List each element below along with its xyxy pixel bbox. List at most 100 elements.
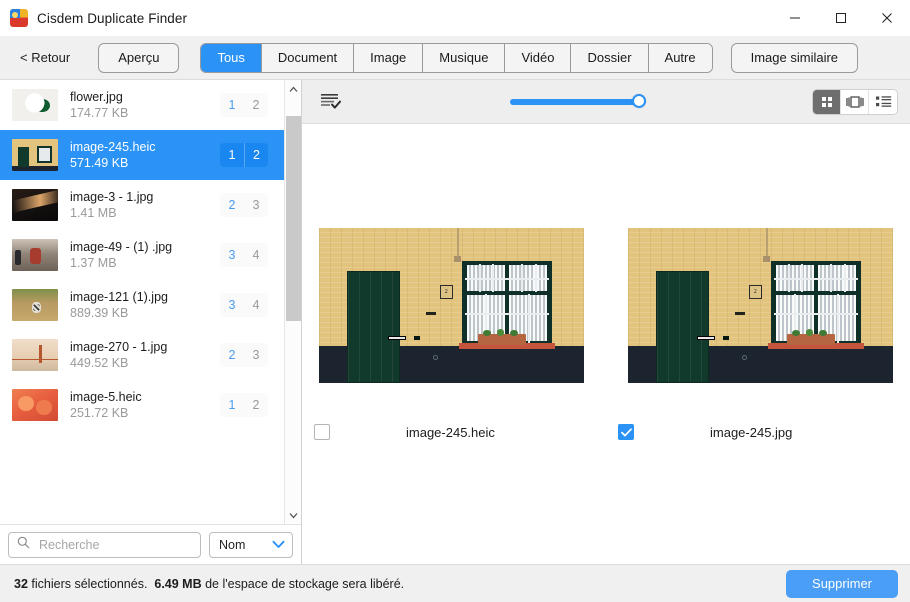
- file-size: 449.52 KB: [70, 355, 129, 370]
- duplicate-count-badge: 1 2: [220, 393, 268, 417]
- file-list: flower.jpg 174.77 KB 1 2 image-245.heic …: [0, 80, 284, 524]
- list-item[interactable]: flower.jpg 174.77 KB 1 2: [0, 80, 284, 130]
- similar-image-button[interactable]: Image similaire: [730, 42, 859, 73]
- grid-view-icon[interactable]: [813, 89, 841, 114]
- filter-tabs: Tous Document Image Musique Vidéo Dossie…: [200, 42, 713, 73]
- file-name: flower.jpg: [70, 89, 123, 104]
- count-selected: 2: [220, 343, 244, 367]
- duplicate-count-badge: 3 4: [220, 243, 268, 267]
- back-button[interactable]: < Retour: [20, 46, 80, 69]
- filter-tab-musique[interactable]: Musique: [423, 43, 506, 72]
- delete-button[interactable]: Supprimer: [786, 569, 898, 598]
- duplicate-filename-a: image-245.heic: [406, 424, 495, 440]
- chevron-down-icon[interactable]: [285, 506, 302, 524]
- file-meta: image-3 - 1.jpg 1.41 MB: [70, 190, 220, 221]
- count-total: 4: [244, 293, 268, 317]
- preview-image-b[interactable]: 2: [628, 228, 893, 383]
- list-item[interactable]: image-5.heic 251.72 KB 1 2: [0, 380, 284, 430]
- count-selected: 1: [220, 93, 244, 117]
- main-toolbar: < Retour Aperçu Tous Document Image Musi…: [0, 36, 910, 80]
- list-item[interactable]: image-3 - 1.jpg 1.41 MB 2 3: [0, 180, 284, 230]
- close-icon[interactable]: [864, 0, 910, 36]
- file-size: 1.41 MB: [70, 205, 117, 220]
- filter-tab-document[interactable]: Document: [261, 43, 355, 72]
- file-size: 889.39 KB: [70, 305, 129, 320]
- pier-thumb: [12, 189, 58, 221]
- select-all-list-icon[interactable]: [320, 92, 344, 112]
- status-summary: 32 fichiers sélectionnés. 6.49 MB de l'e…: [14, 577, 404, 591]
- filter-tab-image[interactable]: Image: [354, 43, 424, 72]
- scrollbar-thumb[interactable]: [285, 116, 301, 321]
- list-item[interactable]: image-49 - (1) .jpg 1.37 MB 3 4: [0, 230, 284, 280]
- count-selected: 3: [220, 243, 244, 267]
- thumbnail-size-slider[interactable]: [510, 93, 646, 109]
- search-input[interactable]: [37, 536, 192, 553]
- preview-panel: 2 2 image-245.heic image-245.jpg: [302, 80, 910, 564]
- zoom-slider-container: [344, 93, 796, 109]
- file-meta: flower.jpg 174.77 KB: [70, 90, 220, 121]
- file-size: 1.37 MB: [70, 255, 117, 270]
- count-total: 4: [244, 243, 268, 267]
- duplicate-card-b: 2: [628, 228, 893, 383]
- count-total: 2: [244, 393, 268, 417]
- list-view-icon[interactable]: [869, 89, 897, 114]
- coverflow-view-icon[interactable]: [841, 89, 869, 114]
- file-size: 251.72 KB: [70, 405, 129, 420]
- duplicate-count-badge: 1 2: [220, 93, 268, 117]
- scrollbar-track[interactable]: [285, 98, 302, 506]
- sidebar-scrollbar[interactable]: [284, 80, 301, 524]
- count-selected: 3: [220, 293, 244, 317]
- main-body: flower.jpg 174.77 KB 1 2 image-245.heic …: [0, 80, 910, 564]
- list-item[interactable]: image-270 - 1.jpg 449.52 KB 2 3: [0, 330, 284, 380]
- duplicate-label-row: image-245.heic image-245.jpg: [302, 424, 910, 440]
- house-photo: 2: [319, 228, 584, 383]
- count-selected: 1: [220, 393, 244, 417]
- search-icon: [17, 536, 30, 554]
- sort-dropdown[interactable]: Nom: [209, 531, 293, 558]
- duplicate-entry-b: image-245.jpg: [606, 424, 910, 440]
- file-name: image-270 - 1.jpg: [70, 339, 168, 354]
- filter-tab-video[interactable]: Vidéo: [505, 43, 572, 72]
- sidebar-footer: Nom: [0, 524, 301, 564]
- filter-tab-autre[interactable]: Autre: [648, 43, 712, 72]
- minimize-icon[interactable]: [772, 0, 818, 36]
- maximize-icon[interactable]: [818, 0, 864, 36]
- duplicate-card-a: 2: [319, 228, 584, 383]
- duplicate-entry-a: image-245.heic: [302, 424, 606, 440]
- search-box[interactable]: [8, 531, 201, 558]
- duplicate-count-badge: 1 2: [220, 143, 268, 167]
- house-number: 2: [748, 285, 762, 300]
- chevron-up-icon[interactable]: [285, 80, 302, 98]
- sort-value: Nom: [219, 537, 246, 552]
- file-name: image-121 (1).jpg: [70, 289, 168, 304]
- slider-fill: [510, 98, 646, 105]
- count-total: 3: [244, 193, 268, 217]
- filter-tab-tous[interactable]: Tous: [201, 43, 262, 72]
- file-name: image-49 - (1) .jpg: [70, 239, 173, 254]
- file-meta: image-245.heic 571.49 KB: [70, 140, 220, 171]
- duplicate-preview-area: 2 2 image-245.heic image-245.jpg: [302, 124, 910, 564]
- duplicate-pair: 2 2: [302, 228, 910, 383]
- flower-thumb: [12, 89, 58, 121]
- duplicate-checkbox-a[interactable]: [314, 424, 330, 440]
- status-end-text: de l'espace de stockage sera libéré.: [205, 576, 405, 591]
- house-thumb: [12, 139, 58, 171]
- house-photo: 2: [628, 228, 893, 383]
- dog-thumb: [12, 289, 58, 321]
- slider-knob[interactable]: [632, 93, 646, 108]
- file-size: 571.49 KB: [70, 155, 129, 170]
- app-logo-icon: [10, 9, 28, 27]
- list-item[interactable]: image-121 (1).jpg 889.39 KB 3 4: [0, 280, 284, 330]
- flowers-thumb: [12, 389, 58, 421]
- file-meta: image-121 (1).jpg 889.39 KB: [70, 290, 220, 321]
- bridge-thumb: [12, 339, 58, 371]
- preview-button[interactable]: Aperçu: [98, 42, 180, 73]
- filter-tab-dossier[interactable]: Dossier: [571, 43, 649, 72]
- duplicate-checkbox-b[interactable]: [618, 424, 634, 440]
- preview-image-a[interactable]: 2: [319, 228, 584, 383]
- duplicate-count-badge: 3 4: [220, 293, 268, 317]
- list-item[interactable]: image-245.heic 571.49 KB 1 2: [0, 130, 284, 180]
- count-selected: 1: [220, 143, 244, 167]
- chevron-down-icon: [272, 538, 285, 552]
- selected-count: 32: [14, 576, 28, 591]
